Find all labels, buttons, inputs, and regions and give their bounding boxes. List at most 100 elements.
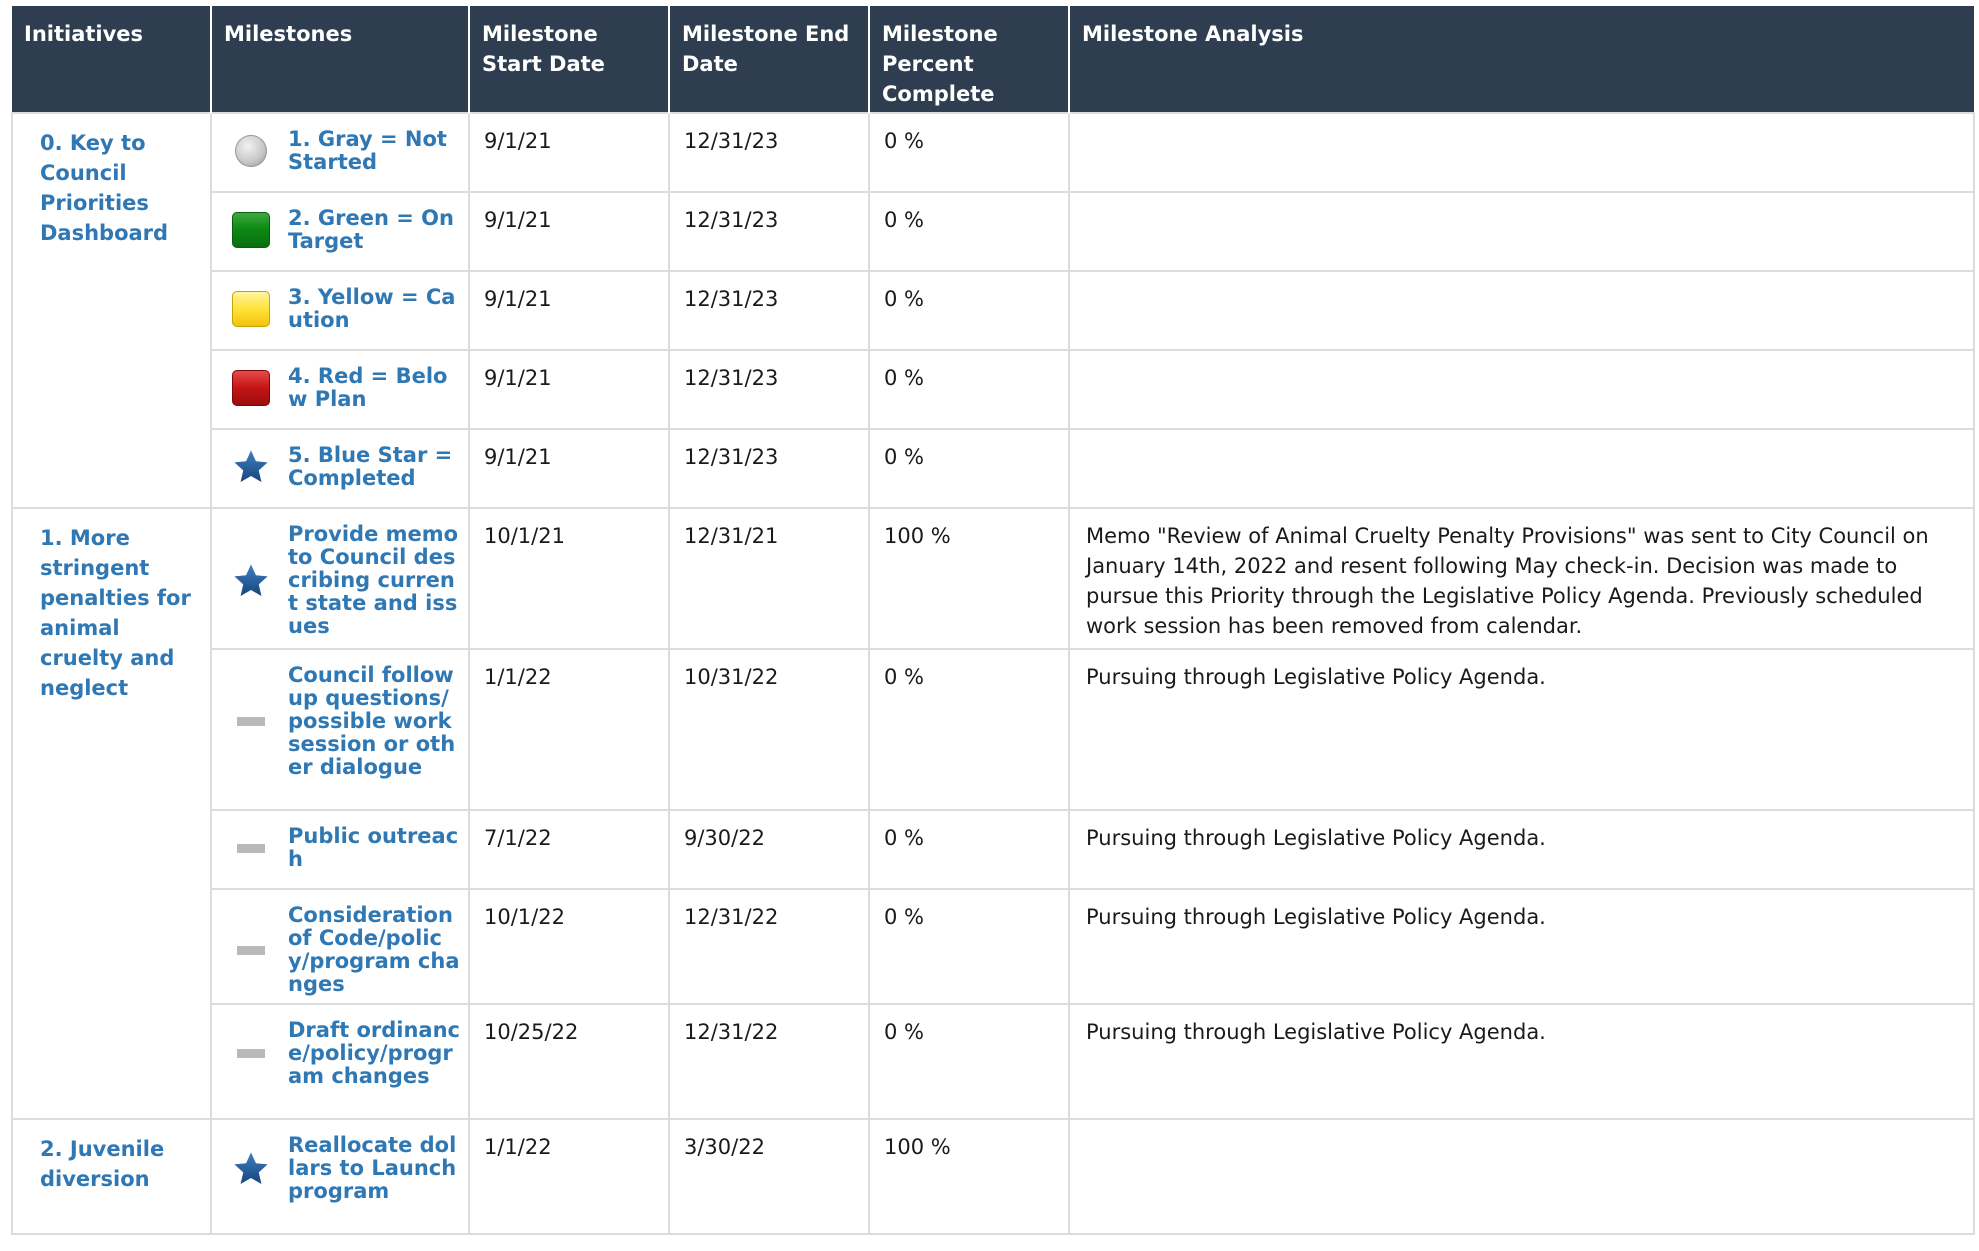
table-row: 2. Juvenile diversion Reallocate dollars … (11, 1118, 1975, 1235)
milestone-link[interactable]: Consideration of Code/policy/program cha… (288, 904, 462, 996)
milestone-link[interactable]: 4. Red = Below Plan (288, 365, 462, 411)
col-header-start-date[interactable]: Milestone Start Date (469, 6, 670, 113)
percent-complete-cell: 0 % (868, 428, 1070, 509)
col-header-initiatives[interactable]: Initiatives (12, 6, 212, 113)
milestone-link[interactable]: Public outreach (288, 825, 462, 871)
analysis-cell (1068, 112, 1975, 193)
end-date-cell: 9/30/22 (668, 809, 870, 890)
end-date-cell: 12/31/23 (668, 270, 870, 351)
gray-dash-icon (232, 829, 270, 867)
milestones-table: Initiatives Milestones Milestone Start D… (11, 6, 1975, 1235)
green-square-icon (232, 211, 270, 249)
milestone-item: 3. Yellow = Caution (232, 286, 462, 332)
percent-complete-cell: 0 % (868, 112, 1070, 193)
percent-complete-cell: 0 % (868, 349, 1070, 430)
end-date-cell: 12/31/23 (668, 428, 870, 509)
end-date-cell: 12/31/23 (668, 112, 870, 193)
blue-star-icon (232, 448, 270, 486)
analysis-cell: Pursuing through Legislative Policy Agen… (1068, 1003, 1975, 1120)
percent-complete-cell: 0 % (868, 888, 1070, 1005)
gray-dash-icon (232, 1035, 270, 1073)
milestone-cell: 2. Green = On Target (210, 191, 470, 272)
milestone-item: Draft ordinance/policy/program changes (232, 1019, 462, 1088)
end-date-cell: 12/31/22 (668, 888, 870, 1005)
analysis-cell: Memo "Review of Animal Cruelty Penalty P… (1068, 507, 1975, 650)
gray-dash-icon (232, 703, 270, 741)
analysis-cell (1068, 191, 1975, 272)
milestone-item: Public outreach (232, 825, 462, 871)
percent-complete-cell: 0 % (868, 809, 1070, 890)
start-date-cell: 10/1/21 (468, 507, 670, 650)
milestone-link[interactable]: Provide memo to Council describing curre… (288, 523, 462, 638)
table-row: 0. Key to Council Priorities Dashboard 1.… (11, 112, 1975, 509)
milestone-item: Provide memo to Council describing curre… (232, 523, 462, 638)
milestone-item: 2. Green = On Target (232, 207, 462, 253)
percent-complete-cell: 0 % (868, 270, 1070, 351)
milestone-cell: 4. Red = Below Plan (210, 349, 470, 430)
milestone-item: 4. Red = Below Plan (232, 365, 462, 411)
start-date-cell: 9/1/21 (468, 428, 670, 509)
analysis-cell (1068, 428, 1975, 509)
analysis-cell (1068, 349, 1975, 430)
col-header-milestones[interactable]: Milestones (211, 6, 470, 113)
milestone-link[interactable]: 5. Blue Star = Completed (288, 444, 462, 490)
start-date-cell: 10/1/22 (468, 888, 670, 1005)
gray-circle-icon (232, 132, 270, 170)
start-date-cell: 7/1/22 (468, 809, 670, 890)
table-row: Draft ordinance/policy/program changes 10… (12, 1003, 1975, 1120)
initiative-cell: 2. Juvenile diversion (11, 1118, 212, 1235)
milestone-link[interactable]: Reallocate dollars to Launch program (288, 1134, 462, 1203)
milestone-link[interactable]: 2. Green = On Target (288, 207, 462, 253)
milestone-cell: Provide memo to Council describing curre… (210, 507, 470, 650)
table-header-row: Initiatives Milestones Milestone Start D… (12, 6, 1974, 113)
percent-complete-cell: 0 % (868, 648, 1070, 811)
yellow-square-icon (232, 290, 270, 328)
initiative-link[interactable]: 2. Juvenile diversion (40, 1137, 164, 1191)
percent-complete-cell: 0 % (868, 1003, 1070, 1120)
milestone-link[interactable]: Draft ordinance/policy/program changes (288, 1019, 462, 1088)
table-row: 3. Yellow = Caution 9/1/21 12/31/23 0 % (12, 270, 1975, 351)
table-row: 2. Green = On Target 9/1/21 12/31/23 0 % (12, 191, 1975, 272)
end-date-cell: 12/31/22 (668, 1003, 870, 1120)
milestone-link[interactable]: 1. Gray = Not Started (288, 128, 462, 174)
table-row: 4. Red = Below Plan 9/1/21 12/31/23 0 % (12, 349, 1975, 430)
milestone-link[interactable]: 3. Yellow = Caution (288, 286, 462, 332)
milestone-cell: 5. Blue Star = Completed (210, 428, 470, 509)
start-date-cell: 9/1/21 (468, 349, 670, 430)
milestone-item: Reallocate dollars to Launch program (232, 1134, 462, 1203)
start-date-cell: 10/25/22 (468, 1003, 670, 1120)
start-date-cell: 9/1/21 (468, 191, 670, 272)
blue-star-icon (232, 1150, 270, 1188)
milestone-item: 1. Gray = Not Started (232, 128, 462, 174)
milestone-cell: 3. Yellow = Caution (210, 270, 470, 351)
analysis-cell: Pursuing through Legislative Policy Agen… (1068, 888, 1975, 1005)
red-square-icon (232, 369, 270, 407)
percent-complete-cell: 0 % (868, 191, 1070, 272)
start-date-cell: 1/1/22 (468, 648, 670, 811)
analysis-cell (1068, 270, 1975, 351)
milestone-item: 5. Blue Star = Completed (232, 444, 462, 490)
col-header-analysis[interactable]: Milestone Analysis (1069, 6, 1974, 113)
milestone-cell: Public outreach (210, 809, 470, 890)
percent-complete-cell: 100 % (868, 1118, 1070, 1235)
table-row: Public outreach 7/1/22 9/30/22 0 % Pursuing … (12, 809, 1975, 890)
end-date-cell: 12/31/23 (668, 349, 870, 430)
table-row: 5. Blue Star = Completed 9/1/21 12/31/23 0 … (12, 428, 1975, 509)
milestone-link[interactable]: Council follow up questions/possible wor… (288, 664, 462, 779)
milestone-item: Consideration of Code/policy/program cha… (232, 904, 462, 996)
initiative-cell: 0. Key to Council Priorities Dashboard (11, 112, 212, 509)
analysis-cell (1068, 1118, 1975, 1235)
end-date-cell: 12/31/21 (668, 507, 870, 650)
milestone-cell: Council follow up questions/possible wor… (210, 648, 470, 811)
end-date-cell: 3/30/22 (668, 1118, 870, 1235)
table-row: Consideration of Code/policy/program cha… (12, 888, 1975, 1005)
analysis-cell: Pursuing through Legislative Policy Agen… (1068, 809, 1975, 890)
milestone-cell: Draft ordinance/policy/program changes (210, 1003, 470, 1120)
col-header-end-date[interactable]: Milestone End Date (669, 6, 870, 113)
col-header-percent-complete[interactable]: Milestone Percent Complete (869, 6, 1070, 113)
analysis-cell: Pursuing through Legislative Policy Agen… (1068, 648, 1975, 811)
blue-star-icon (232, 562, 270, 600)
initiative-link[interactable]: 0. Key to Council Priorities Dashboard (40, 131, 168, 245)
percent-complete-cell: 100 % (868, 507, 1070, 650)
initiative-link[interactable]: 1. More stringent penalties for animal c… (40, 526, 191, 700)
